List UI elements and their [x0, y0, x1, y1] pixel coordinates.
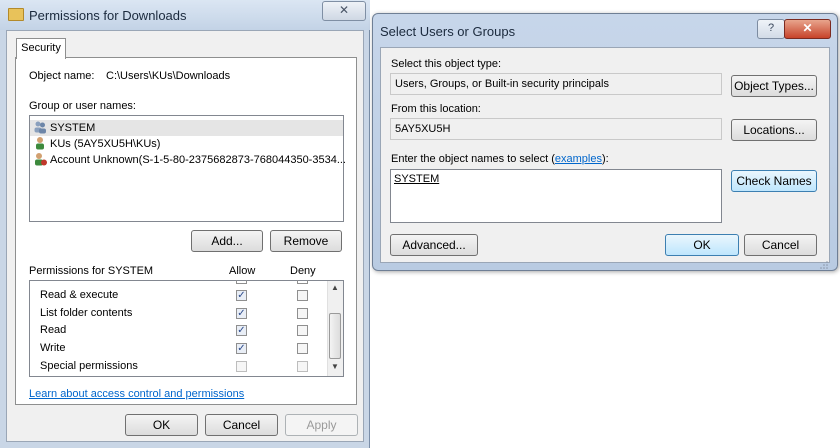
partial-checkbox	[236, 280, 247, 284]
scroll-down-icon[interactable]: ▼	[329, 362, 341, 374]
user-name: Account Unknown(S-1-5-80-2375682873-7680…	[50, 154, 346, 166]
group-user-names-label: Group or user names:	[29, 100, 136, 112]
close-icon: ✕	[338, 3, 350, 17]
list-item[interactable]: Account Unknown(S-1-5-80-2375682873-7680…	[30, 152, 346, 168]
close-icon: ✕	[802, 21, 813, 35]
users-group-icon	[33, 120, 47, 134]
permission-name: Read & execute	[40, 289, 119, 301]
enter-names-text: Enter the object names to select (	[391, 153, 555, 165]
apply-button: Apply	[285, 414, 358, 436]
user-list[interactable]: SYSTEM KUs (5AY5XU5H\KUs) Account Unknow…	[29, 115, 346, 222]
user-icon	[33, 136, 47, 150]
enter-names-suffix: ):	[601, 153, 609, 165]
user-name: KUs (5AY5XU5H\KUs)	[50, 138, 161, 150]
ok-button[interactable]: OK	[665, 234, 739, 256]
deny-column-header: Deny	[290, 265, 316, 277]
allow-checkbox[interactable]: ✓	[236, 343, 247, 354]
deny-checkbox	[297, 361, 308, 372]
deny-checkbox[interactable]	[297, 308, 308, 319]
locations-button[interactable]: Locations...	[731, 119, 817, 141]
allow-checkbox[interactable]: ✓	[236, 290, 247, 301]
allow-column-header: Allow	[229, 265, 256, 277]
window-title: Permissions for Downloads	[29, 8, 187, 23]
remove-button[interactable]: Remove	[270, 230, 342, 252]
permission-name: Write	[40, 342, 66, 354]
close-button[interactable]: ✕	[322, 1, 366, 21]
partial-checkbox	[297, 280, 308, 284]
scroll-up-icon[interactable]: ▲	[329, 283, 341, 295]
cancel-button[interactable]: Cancel	[744, 234, 817, 256]
folder-icon	[8, 8, 24, 21]
permission-name: Read	[40, 324, 67, 336]
dialog-close-button[interactable]: ✕	[784, 19, 831, 39]
object-type-label: Select this object type:	[391, 58, 502, 70]
help-icon: ?	[767, 22, 775, 34]
object-name-label: Object name:	[29, 70, 95, 82]
deny-checkbox[interactable]	[297, 290, 308, 301]
enter-names-label: Enter the object names to select (exampl…	[391, 153, 609, 165]
object-name-value: C:\Users\KUs\Downloads	[106, 70, 231, 82]
tab-security[interactable]: Security	[16, 38, 66, 59]
deny-checkbox[interactable]	[297, 343, 308, 354]
allow-checkbox	[236, 361, 247, 372]
add-button[interactable]: Add...	[191, 230, 263, 252]
object-name-entry: SYSTEM	[394, 173, 440, 185]
object-names-input[interactable]: SYSTEM	[390, 169, 722, 223]
resize-grip-icon[interactable]	[820, 258, 828, 269]
unknown-user-icon	[33, 152, 47, 166]
help-button[interactable]: ?	[757, 19, 785, 39]
object-type-field: Users, Groups, or Built-in security prin…	[390, 73, 722, 95]
permissions-for-label: Permissions for SYSTEM	[29, 265, 154, 277]
deny-checkbox[interactable]	[297, 325, 308, 336]
allow-checkbox[interactable]: ✓	[236, 308, 247, 319]
list-item[interactable]: SYSTEM	[30, 120, 343, 136]
location-field: 5AY5XU5H	[390, 118, 722, 140]
scrollbar-thumb[interactable]	[329, 313, 341, 359]
list-item[interactable]: KUs (5AY5XU5H\KUs)	[30, 136, 343, 152]
check-names-button[interactable]: Check Names	[731, 170, 817, 192]
learn-access-control-link[interactable]: Learn about access control and permissio…	[29, 388, 244, 400]
cancel-button[interactable]: Cancel	[205, 414, 278, 436]
advanced-button[interactable]: Advanced...	[390, 234, 478, 256]
permission-name: List folder contents	[40, 307, 133, 319]
ok-button[interactable]: OK	[125, 414, 198, 436]
object-types-button[interactable]: Object Types...	[731, 75, 817, 97]
user-name: SYSTEM	[50, 122, 96, 134]
permission-name: Special permissions	[40, 360, 138, 372]
examples-link[interactable]: examples	[555, 153, 602, 165]
allow-checkbox[interactable]: ✓	[236, 325, 247, 336]
location-label: From this location:	[391, 103, 481, 115]
dialog-title: Select Users or Groups	[380, 24, 516, 39]
